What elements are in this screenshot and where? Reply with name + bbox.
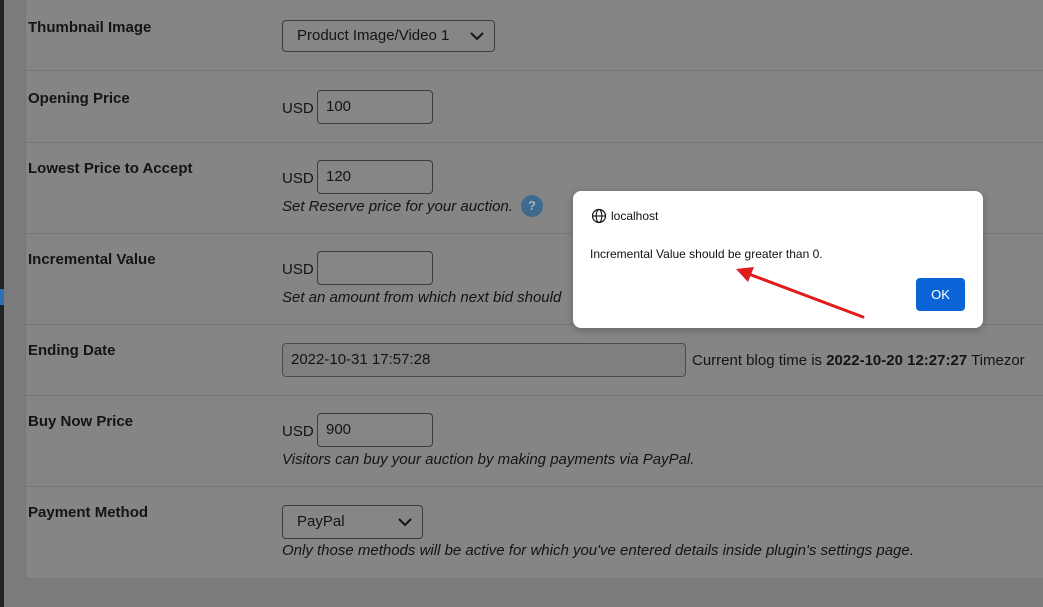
ending-date-label: Ending Date: [28, 342, 116, 359]
payment-method-description: Only those methods will be active for wh…: [282, 542, 914, 559]
dialog-host: localhost: [591, 209, 658, 223]
sidebar-active-marker: [0, 289, 4, 305]
dialog-host-text: localhost: [611, 209, 659, 223]
lowest-price-label: Lowest Price to Accept: [28, 160, 193, 177]
row-payment-method: Payment Method PayPal Only those methods…: [26, 487, 1043, 577]
admin-sidebar-edge: [0, 0, 4, 607]
ok-button[interactable]: OK: [916, 278, 965, 311]
row-opening-price: Opening Price USD 100: [26, 71, 1043, 143]
chevron-down-icon: [398, 518, 412, 527]
buy-now-price-label: Buy Now Price: [28, 413, 134, 430]
row-ending-date: Ending Date 2022-10-31 17:57:28 Current …: [26, 325, 1043, 396]
incremental-value-label: Incremental Value: [28, 251, 156, 268]
incremental-value-currency: USD: [282, 261, 314, 278]
thumbnail-select-value: Product Image/Video 1: [297, 27, 450, 44]
lowest-price-description: Set Reserve price for your auction.: [282, 198, 513, 215]
buy-now-price-description: Visitors can buy your auction by making …: [282, 451, 695, 468]
row-thumbnail: Thumbnail Image Product Image/Video 1: [26, 0, 1043, 71]
lowest-price-currency: USD: [282, 170, 314, 187]
opening-price-currency: USD: [282, 100, 314, 117]
ending-date-input[interactable]: 2022-10-31 17:57:28: [282, 343, 686, 377]
incremental-value-description: Set an amount from which next bid should: [282, 289, 562, 306]
opening-price-input[interactable]: 100: [317, 90, 433, 124]
chevron-down-icon: [470, 32, 484, 41]
payment-method-select-value: PayPal: [297, 513, 345, 530]
buy-now-price-currency: USD: [282, 423, 314, 440]
help-icon[interactable]: ?: [521, 195, 543, 217]
blog-time-text: Current blog time is 2022-10-20 12:27:27…: [692, 352, 1025, 369]
row-buy-now-price: Buy Now Price USD 900 Visitors can buy y…: [26, 396, 1043, 487]
payment-method-select[interactable]: PayPal: [282, 505, 423, 539]
incremental-value-input[interactable]: [317, 251, 433, 285]
blog-time-prefix: Current blog time is: [692, 352, 827, 369]
blog-time-value: 2022-10-20 12:27:27: [826, 352, 968, 369]
annotation-arrow: [736, 267, 865, 319]
buy-now-price-input[interactable]: 900: [317, 413, 433, 447]
lowest-price-input[interactable]: 120: [317, 160, 433, 194]
blog-time-suffix: Timezor: [967, 352, 1025, 369]
thumbnail-select[interactable]: Product Image/Video 1: [282, 20, 495, 52]
payment-method-label: Payment Method: [28, 504, 149, 521]
thumbnail-label: Thumbnail Image: [28, 19, 152, 36]
opening-price-label: Opening Price: [28, 90, 130, 107]
